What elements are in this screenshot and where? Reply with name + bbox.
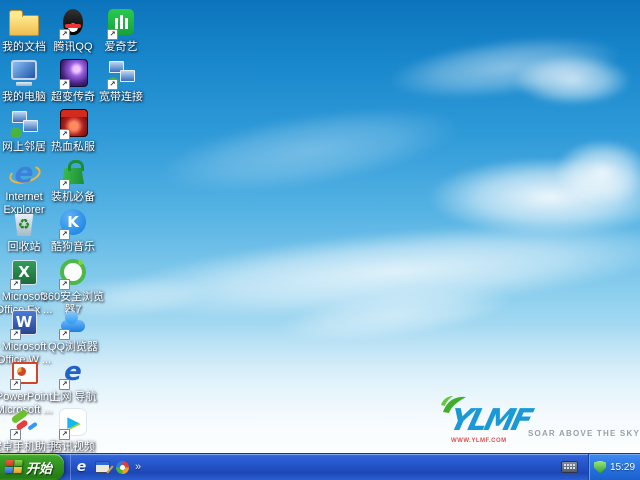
cloud <box>156 91 464 209</box>
windows-logo-icon <box>4 460 23 474</box>
quick-launch-ie-icon[interactable]: e <box>74 459 89 475</box>
my-documents-icon <box>8 6 40 38</box>
icon-label: 热血私服 <box>51 141 95 153</box>
ylmf-leaf-icon <box>441 396 466 413</box>
chuanqi-game-icon <box>57 56 89 88</box>
ylmf-url-text: WWW.YLMF.COM <box>451 438 507 444</box>
desktop-icon-web-navigation[interactable]: e 上网 导航 <box>39 356 107 404</box>
tray-safety-shield-icon[interactable] <box>594 460 606 474</box>
zhuangji-bibei-icon <box>57 156 89 188</box>
iqiyi-icon <box>105 6 137 38</box>
quick-launch-overflow-chevron[interactable]: » <box>135 461 141 473</box>
desktop-icon-zhuangji-bibei[interactable]: 装机必备 <box>39 156 107 204</box>
desktop-icon-qq-browser[interactable]: QQ浏览器 <box>39 306 107 354</box>
tencent-qq-icon <box>57 6 89 38</box>
icon-label: 装机必备 <box>51 191 95 203</box>
web-navigation-icon: e <box>64 357 82 387</box>
language-bar-keyboard-icon[interactable] <box>561 461 578 473</box>
taskbar: 开始 e » 15:29 <box>0 453 640 480</box>
quick-launch-media-icon[interactable] <box>116 460 129 474</box>
desktop[interactable]: 我的文档 腾讯QQ 爱奇艺 我的电脑 超变传奇 宽带连接 网上邻居 热血私服 e… <box>0 0 640 480</box>
kugou-music-icon: K <box>57 206 89 238</box>
icon-label: 爱奇艺 <box>104 41 138 53</box>
my-computer-icon <box>8 56 40 88</box>
tencent-video-icon: ▶ <box>57 406 89 438</box>
desktop-icon-tencent-video[interactable]: ▶ 腾讯视频 <box>39 406 107 454</box>
android-helper-icon <box>8 406 40 438</box>
cloud <box>555 140 640 205</box>
cloud <box>387 26 623 109</box>
system-tray: 15:29 <box>588 454 640 480</box>
broadband-connection-icon <box>105 56 137 88</box>
excel-icon: X <box>8 256 40 288</box>
quick-launch-bar: e » <box>70 454 145 480</box>
word-icon: W <box>8 306 40 338</box>
network-places-icon <box>8 106 40 138</box>
icon-label: QQ浏览器 <box>47 341 99 353</box>
show-desktop-icon[interactable] <box>95 461 110 473</box>
start-button-label: 开始 <box>26 460 53 476</box>
cloud <box>515 55 630 105</box>
icon-label: 酷狗音乐 <box>51 241 95 253</box>
cloud <box>107 207 640 335</box>
desktop-icon-broadband-connection[interactable]: 宽带连接 <box>87 56 155 104</box>
ylmf-logo: YLMF WWW.YLMF.COM SOAR ABOVE THE SKY <box>441 396 640 450</box>
cloud <box>278 278 512 351</box>
desktop-icon-iqiyi[interactable]: 爱奇艺 <box>87 6 155 54</box>
start-button[interactable]: 开始 <box>0 454 64 480</box>
recycle-bin-icon: ♻ <box>8 206 40 238</box>
rexue-sifu-icon <box>57 106 89 138</box>
ylmf-tagline: SOAR ABOVE THE SKY <box>528 429 640 438</box>
internet-explorer-icon: e <box>8 156 40 189</box>
360-browser-icon <box>57 256 89 288</box>
cloud <box>430 158 640 236</box>
tray-clock[interactable]: 15:29 <box>610 462 635 473</box>
icon-label: 上网 导航 <box>49 391 97 403</box>
desktop-icon-kugou-music[interactable]: K 酷狗音乐 <box>39 206 107 254</box>
powerpoint-icon <box>8 356 40 388</box>
desktop-icon-rexue-sifu[interactable]: 热血私服 <box>39 106 107 154</box>
qq-browser-icon <box>57 306 89 338</box>
icon-label: 宽带连接 <box>99 91 143 103</box>
